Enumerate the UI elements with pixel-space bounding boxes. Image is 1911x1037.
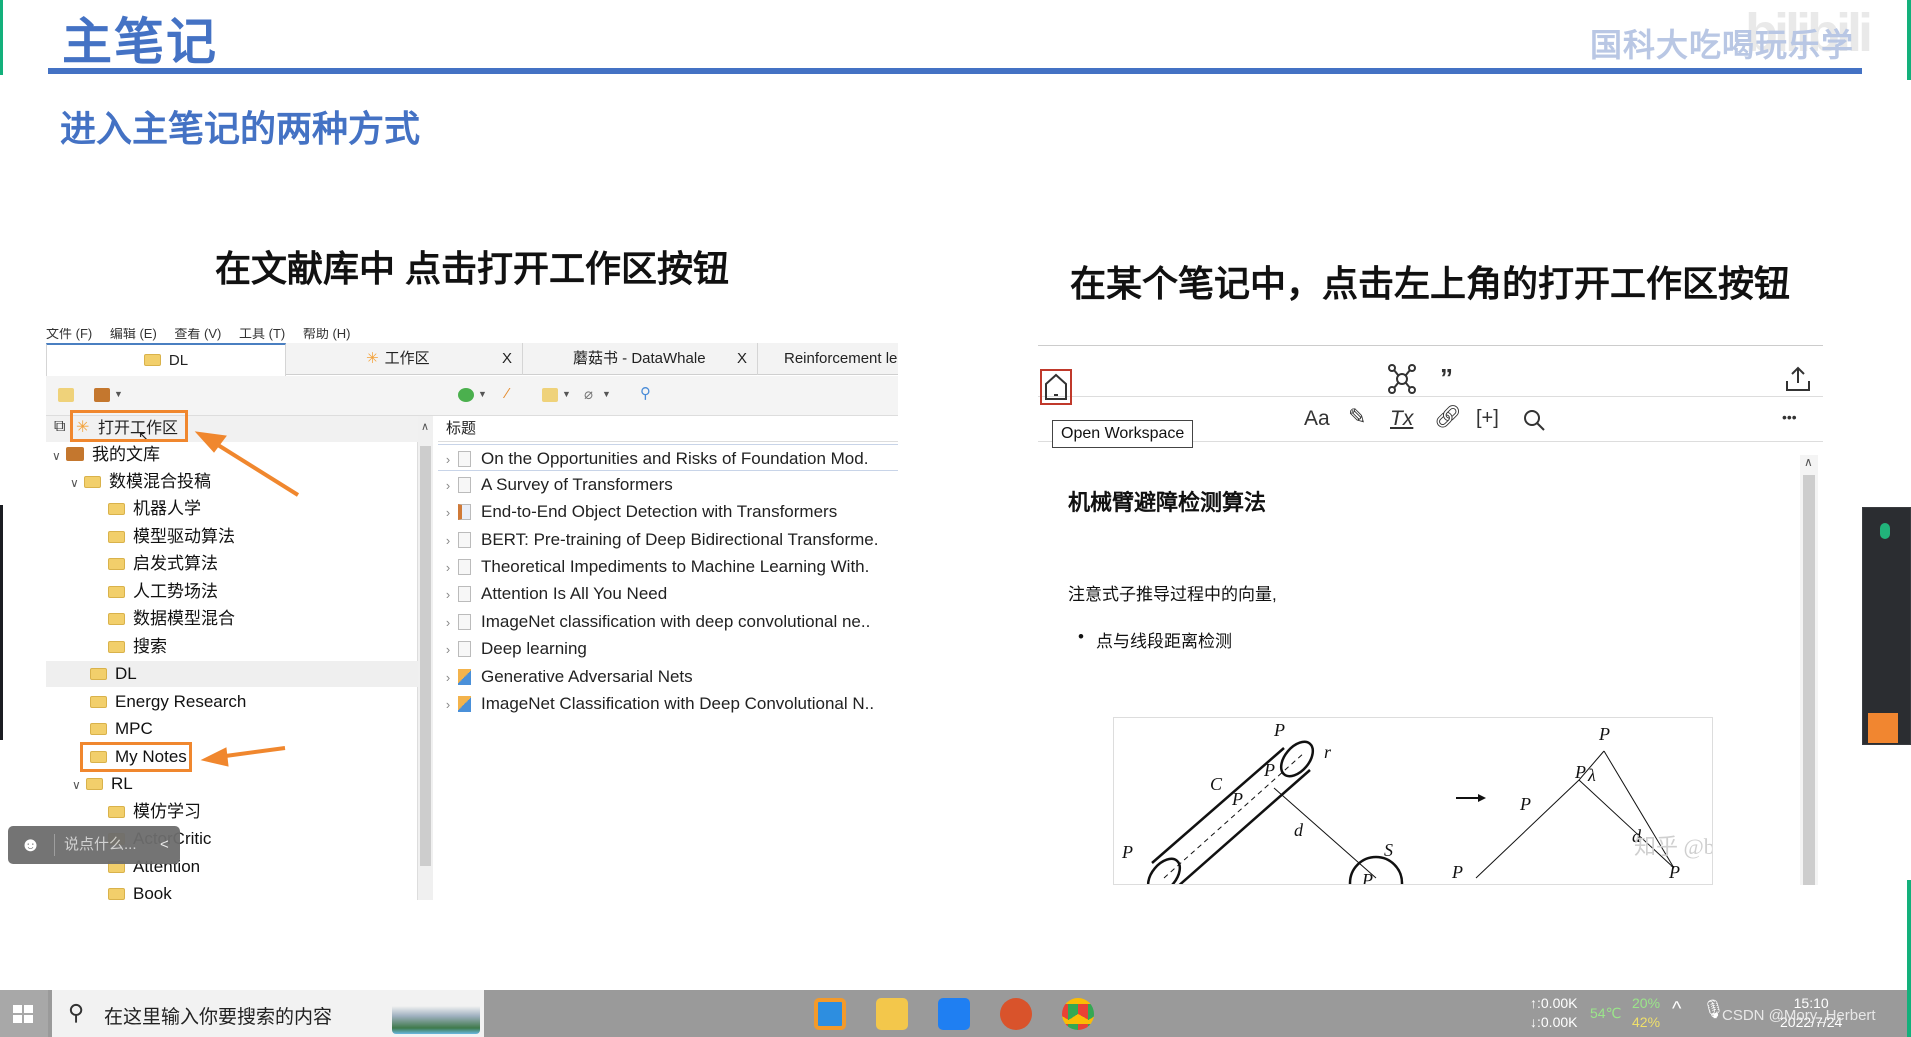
graph-icon[interactable]: [1386, 363, 1418, 395]
svg-text:P: P: [1574, 762, 1586, 782]
svg-text:P: P: [1121, 842, 1133, 862]
note-scrollbar[interactable]: ∧: [1800, 455, 1818, 885]
right-green-edge-bottom: [1907, 880, 1911, 1037]
svg-text:P: P: [1361, 870, 1373, 885]
scrollbar-thumb[interactable]: [1803, 475, 1815, 885]
note-editor-screenshot: ” Aa ✎ Tx 🔗︎ [+] ••• Open Workspace 机械臂避…: [1038, 345, 1823, 885]
insert-citation-icon[interactable]: [+]: [1476, 408, 1499, 428]
danmaku-input[interactable]: ☻ 说点什么... <: [8, 826, 180, 864]
start-button[interactable]: [0, 990, 48, 1037]
divider: [54, 834, 55, 856]
note-heading: 机械臂避障检测算法: [1068, 490, 1267, 515]
figure-watermark: 知乎 @be water: [1634, 834, 1713, 859]
svg-text:P: P: [1668, 862, 1680, 882]
microphone-icon[interactable]: [1880, 523, 1890, 539]
danmaku-placeholder: 说点什么...: [64, 836, 137, 853]
link-icon[interactable]: 🔗︎: [1434, 406, 1462, 428]
panel-top-border: [1038, 345, 1823, 346]
svg-text:C: C: [1210, 774, 1223, 794]
svg-text:P: P: [1273, 720, 1285, 740]
quote-icon[interactable]: ”: [1440, 365, 1453, 391]
memory-usage: 42%: [1632, 1014, 1661, 1030]
network-speed: ↑:0.00K ↓:0.00K: [1530, 994, 1577, 1032]
clear-format-icon[interactable]: Tx: [1390, 408, 1413, 429]
chevron-up-icon[interactable]: ^: [1672, 999, 1681, 1019]
svg-text:S: S: [1384, 840, 1393, 860]
svg-text:P: P: [1519, 794, 1531, 814]
search-highlight-image: [392, 994, 480, 1034]
share-icon[interactable]: [1784, 365, 1812, 393]
svg-text:P: P: [1263, 760, 1275, 780]
note-bullet: 点与线段距离检测: [1078, 627, 1232, 652]
powerpoint-icon[interactable]: [1000, 998, 1032, 1030]
search-icon: ⚲: [68, 1000, 85, 1025]
more-icon[interactable]: •••: [1782, 410, 1797, 424]
highlight-icon[interactable]: ✎: [1348, 406, 1366, 428]
obstacle-diagram: PrC PPP dSP PPλ PPdP 知乎 @be water: [1121, 720, 1713, 885]
note-paragraph: 注意式子推导过程中的向量,: [1068, 585, 1277, 604]
arrow-to-open-workspace: [194, 431, 300, 497]
meeting-widget: [1862, 507, 1911, 745]
cpu-usage: 20%: [1632, 995, 1661, 1011]
file-explorer-icon[interactable]: [876, 998, 908, 1030]
chrome-icon[interactable]: [1062, 998, 1094, 1030]
open-workspace-tooltip: Open Workspace: [1052, 420, 1194, 448]
csdn-watermark: CSDN @Mory_Herbert: [1722, 1007, 1876, 1024]
app-icon[interactable]: [938, 998, 970, 1030]
left-video-strip: [0, 505, 3, 740]
svg-text:P: P: [1598, 724, 1610, 744]
svg-text:d: d: [1294, 820, 1304, 840]
vmware-icon[interactable]: [814, 998, 846, 1030]
slide: 主笔记 bilibili 国科大吃喝玩乐学 进入主笔记的两种方式 在文献库中 点…: [0, 0, 1911, 1037]
emoji-icon[interactable]: ☻: [20, 826, 41, 864]
search-icon[interactable]: [1522, 408, 1546, 432]
scroll-up-icon[interactable]: ∧: [1804, 455, 1813, 469]
net-up: ↑:0.00K: [1530, 995, 1578, 1011]
cpu-temp: 54℃: [1590, 1005, 1622, 1021]
svg-text:λ: λ: [1587, 765, 1596, 785]
svg-text:r: r: [1324, 742, 1332, 762]
arrow-to-my-notes: [200, 746, 286, 767]
svg-text:P: P: [1231, 789, 1243, 809]
search-placeholder: 在这里输入你要搜索的内容: [104, 1007, 333, 1028]
net-down: ↓:0.00K: [1530, 1014, 1578, 1030]
participant-icon[interactable]: [1868, 713, 1898, 743]
windows-icon: [13, 1005, 33, 1023]
usage: 20% 42%: [1632, 994, 1660, 1032]
font-icon[interactable]: Aa: [1304, 408, 1330, 429]
taskbar-search[interactable]: ⚲ 在这里输入你要搜索的内容: [52, 990, 484, 1037]
collapse-icon[interactable]: <: [160, 826, 169, 864]
note-header-bar: ”: [1038, 355, 1823, 405]
svg-text:P: P: [1451, 862, 1463, 882]
note-figure: PrC PPP dSP PPλ PPdP 知乎 @be water: [1113, 717, 1713, 885]
